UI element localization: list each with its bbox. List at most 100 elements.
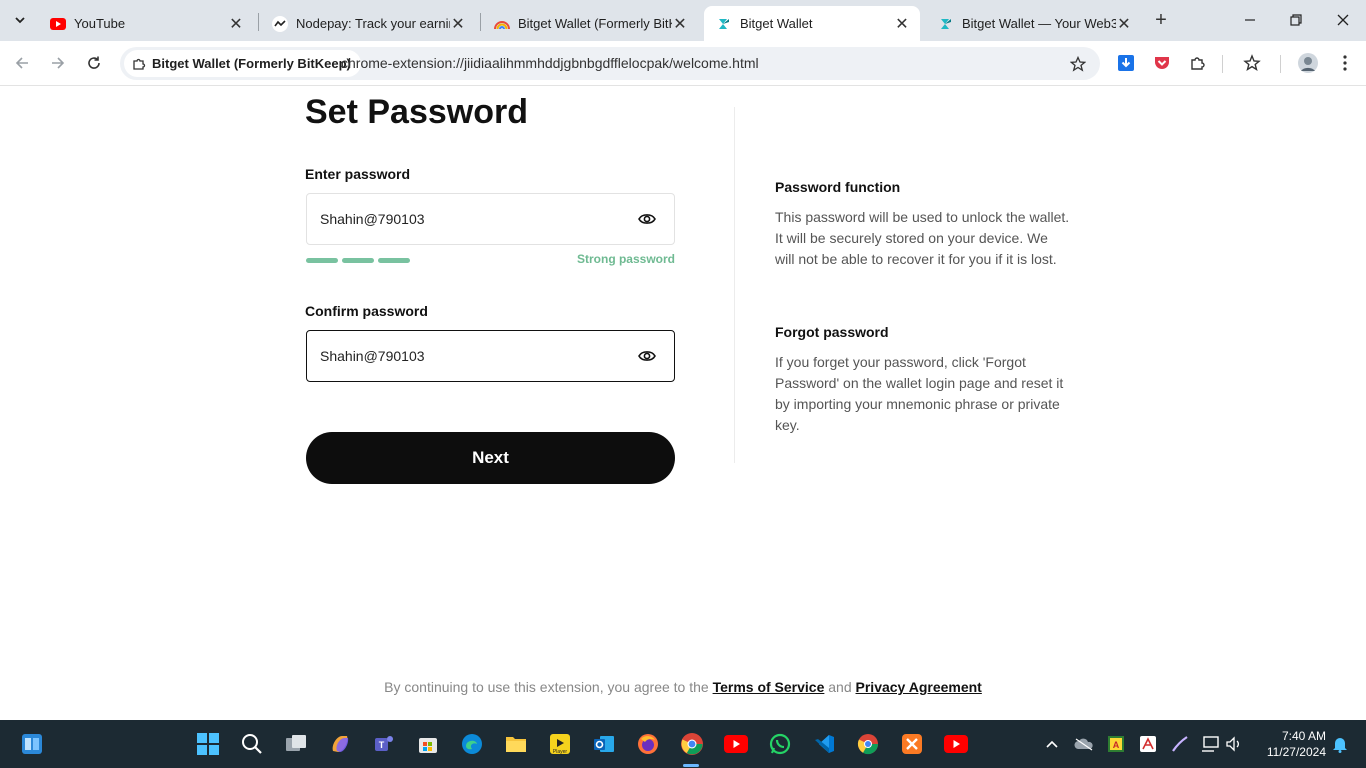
kmplayer-icon[interactable]: Player (546, 730, 574, 758)
clock-time: 7:40 AM (1281, 729, 1326, 743)
restore-icon (1290, 14, 1302, 26)
reload-button[interactable] (82, 51, 106, 75)
site-chip-label: Bitget Wallet (Formerly BitKeep) (152, 56, 351, 71)
network-icon[interactable] (1200, 734, 1220, 754)
password-strength-label: Strong password (576, 252, 675, 266)
enter-password-label: Enter password (305, 166, 411, 182)
active-app-indicator (683, 764, 699, 767)
arrow-left-icon (15, 57, 28, 69)
tab-separator (480, 13, 481, 31)
password-function-text: This password will be used to unlock the… (775, 209, 1070, 267)
tab-title: Bitget Wallet (740, 16, 813, 31)
youtube-app-icon[interactable] (722, 730, 750, 758)
file-explorer-icon[interactable] (502, 730, 530, 758)
outlook-icon[interactable] (590, 730, 618, 758)
site-info-chip[interactable]: Bitget Wallet (Formerly BitKeep) (124, 50, 361, 77)
bookmark-star-icon[interactable] (1068, 54, 1088, 74)
tab-title: Bitget Wallet — Your Web3 Trading Wallet (962, 16, 1116, 31)
pdf-tray-icon[interactable] (1138, 734, 1158, 754)
taskbar-clock[interactable]: 7:40 AM 11/27/2024 (1258, 728, 1326, 760)
svg-text:T: T (379, 740, 385, 750)
close-tab-icon[interactable]: ✕ (894, 16, 910, 33)
back-button[interactable] (10, 51, 34, 75)
chevron-up-icon[interactable] (1042, 734, 1062, 754)
volume-icon[interactable] (1224, 734, 1244, 754)
bookmarks-star-icon[interactable] (1241, 52, 1263, 74)
footer-and: and (828, 679, 852, 695)
toolbar-separator (1280, 55, 1281, 73)
tab-youtube[interactable]: YouTube ✕ (38, 6, 254, 41)
copilot-icon[interactable] (326, 730, 354, 758)
strength-segment (306, 258, 338, 263)
svg-text:Player: Player (553, 749, 568, 755)
next-button[interactable]: Next (306, 432, 675, 484)
svg-text:A: A (1113, 740, 1120, 750)
vscode-icon[interactable] (810, 730, 838, 758)
tab-bitget-formerly[interactable]: Bitget Wallet (Formerly BitKeep) ✕ (482, 6, 698, 41)
youtube-pwa-icon[interactable] (942, 730, 970, 758)
minimize-button[interactable] (1238, 8, 1262, 32)
terms-of-service-link[interactable]: Terms of Service (713, 679, 825, 695)
tab-bitget-wallet-active[interactable]: Bitget Wallet ✕ (704, 6, 920, 41)
restore-button[interactable] (1284, 8, 1308, 32)
kebab-menu-icon[interactable] (1334, 52, 1356, 74)
privacy-agreement-link[interactable]: Privacy Agreement (856, 679, 982, 695)
search-icon[interactable] (238, 730, 266, 758)
start-windows-icon[interactable] (194, 730, 222, 758)
edge-icon[interactable] (458, 730, 486, 758)
chrome-icon[interactable] (678, 730, 706, 758)
widgets-icon[interactable] (18, 730, 46, 758)
new-tab-button[interactable]: + (1150, 9, 1172, 31)
teams-icon[interactable]: T (370, 730, 398, 758)
confirm-password-value: Shahin@790103 (320, 348, 425, 364)
chrome-profile-icon[interactable] (854, 730, 882, 758)
rainbow-icon (494, 16, 510, 32)
profile-avatar[interactable] (1297, 52, 1319, 74)
password-strength-bar (306, 258, 410, 263)
close-window-button[interactable] (1331, 8, 1355, 32)
xampp-icon[interactable] (898, 730, 926, 758)
reload-icon (88, 56, 100, 69)
firefox-icon[interactable] (634, 730, 662, 758)
enter-password-field[interactable]: Shahin@790103 (306, 193, 675, 245)
enter-password-value: Shahin@790103 (320, 211, 425, 227)
download-extension-icon[interactable] (1115, 52, 1137, 74)
close-tab-icon[interactable]: ✕ (1116, 16, 1132, 33)
tab-title: YouTube (74, 16, 126, 31)
url-text[interactable]: chrome-extension://jiidiaalihmmhddjgbnbg… (341, 55, 759, 71)
chevron-down-icon (15, 17, 25, 24)
app-tray-icon[interactable]: A (1106, 734, 1126, 754)
tab-bitget-web3[interactable]: Bitget Wallet — Your Web3 Trading Wallet… (926, 6, 1142, 41)
youtube-icon (50, 16, 66, 32)
close-icon (1337, 14, 1349, 26)
tab-strip: YouTube ✕ Nodepay: Track your earnings ✕… (0, 0, 1366, 41)
clock-date: 11/27/2024 (1266, 745, 1326, 759)
onedrive-icon[interactable] (1074, 734, 1094, 754)
tab-nodepay[interactable]: Nodepay: Track your earnings ✕ (260, 6, 476, 41)
close-tab-icon[interactable]: ✕ (450, 16, 466, 33)
eye-icon[interactable] (638, 210, 656, 228)
tab-title: Bitget Wallet (Formerly BitKeep) (518, 16, 672, 31)
tab-search-button[interactable] (8, 8, 32, 32)
vertical-divider (734, 107, 735, 463)
bitget-icon (716, 16, 732, 32)
taskbar: T Player A 7:40 AM 11/27/2024 (0, 720, 1366, 768)
forward-button[interactable] (46, 51, 70, 75)
minimize-icon (1245, 19, 1255, 21)
task-view-icon[interactable] (282, 730, 310, 758)
password-function-title: Password function (775, 179, 901, 195)
pen-tray-icon[interactable] (1170, 734, 1190, 754)
arrow-right-icon (52, 57, 65, 69)
address-bar[interactable]: Bitget Wallet (Formerly BitKeep) chrome-… (120, 47, 1100, 80)
microsoft-store-icon[interactable] (414, 730, 442, 758)
eye-icon[interactable] (638, 347, 656, 365)
confirm-password-field[interactable]: Shahin@790103 (306, 330, 675, 382)
whatsapp-icon[interactable] (766, 730, 794, 758)
terms-footer: By continuing to use this extension, you… (0, 679, 1366, 695)
pocket-extension-icon[interactable] (1151, 52, 1173, 74)
close-tab-icon[interactable]: ✕ (672, 16, 688, 33)
toolbar-separator (1222, 55, 1223, 73)
close-tab-icon[interactable]: ✕ (228, 16, 244, 33)
notification-bell-icon[interactable] (1330, 734, 1350, 754)
extensions-puzzle-icon[interactable] (1187, 52, 1209, 74)
